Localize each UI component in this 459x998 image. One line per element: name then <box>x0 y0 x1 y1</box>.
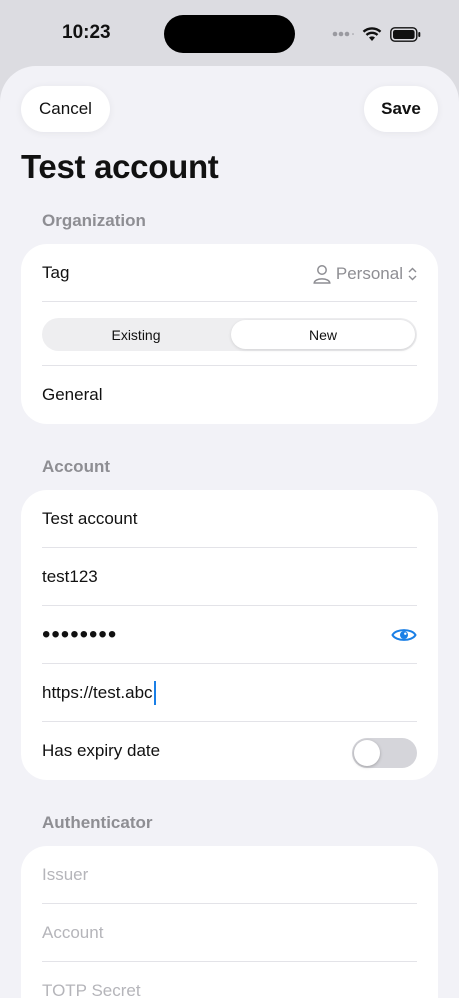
wifi-icon <box>362 26 382 41</box>
segment-new[interactable]: New <box>231 320 415 349</box>
text-cursor <box>153 681 156 705</box>
status-icons <box>332 25 421 43</box>
eye-icon[interactable] <box>391 625 417 645</box>
segment-existing[interactable]: Existing <box>44 320 228 349</box>
save-button[interactable]: Save <box>364 86 438 132</box>
account-card: Test account test123 •••••••• https://te… <box>21 490 438 780</box>
username-value: test123 <box>42 567 98 586</box>
tag-picker[interactable]: Personal <box>313 264 417 284</box>
password-field[interactable]: •••••••• <box>42 606 417 664</box>
account-name-field[interactable]: Test account <box>42 490 417 548</box>
existing-new-segmented-control: Existing New <box>42 318 417 351</box>
dynamic-island <box>164 15 295 53</box>
organization-card: Tag Personal Existing New General <box>21 244 438 424</box>
status-time: 10:23 <box>62 22 111 43</box>
page-title: Test account <box>21 148 219 185</box>
authenticator-section-header: Authenticator <box>42 813 153 832</box>
url-field[interactable]: https://test.abc <box>42 664 417 722</box>
tag-label: Tag <box>42 263 70 282</box>
authenticator-card: Issuer Account TOTP Secret <box>21 846 438 998</box>
password-value: •••••••• <box>42 621 118 648</box>
authenticator-account-field[interactable]: Account <box>42 904 417 962</box>
expiry-label: Has expiry date <box>42 741 161 760</box>
organization-section-header: Organization <box>42 211 146 230</box>
person-icon <box>313 265 331 284</box>
authenticator-account-placeholder: Account <box>42 923 104 942</box>
signal-icon <box>332 31 354 37</box>
toggle-knob <box>354 740 380 766</box>
username-field[interactable]: test123 <box>42 548 417 606</box>
status-bar: 10:23 <box>0 0 459 66</box>
issuer-field[interactable]: Issuer <box>42 846 417 904</box>
expiry-toggle[interactable] <box>352 738 417 768</box>
battery-icon <box>390 26 421 42</box>
cancel-button[interactable]: Cancel <box>21 86 110 132</box>
folder-value: General <box>42 385 103 404</box>
totp-secret-field[interactable]: TOTP Secret <box>42 962 417 998</box>
chevron-up-down-icon <box>408 267 417 281</box>
issuer-placeholder: Issuer <box>42 865 89 884</box>
account-section-header: Account <box>42 457 110 476</box>
tag-value: Personal <box>335 264 403 283</box>
totp-secret-placeholder: TOTP Secret <box>42 981 141 998</box>
folder-row[interactable]: General <box>42 366 417 424</box>
url-value: https://test.abc <box>42 683 153 702</box>
account-name-value: Test account <box>42 509 138 528</box>
divider <box>42 301 417 302</box>
